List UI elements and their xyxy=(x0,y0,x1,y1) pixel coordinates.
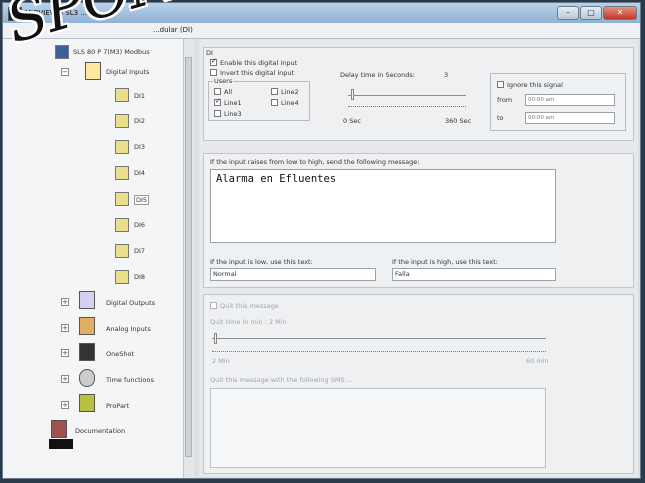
user-line1-label: Line1 xyxy=(224,99,242,107)
device-icon xyxy=(55,45,69,59)
analog-inputs-icon xyxy=(79,317,95,335)
users-label: Users xyxy=(213,77,234,85)
user-line2-checkbox[interactable] xyxy=(271,88,278,95)
input-icon xyxy=(115,192,129,206)
user-line3-label: Line3 xyxy=(224,110,242,118)
panel-header: DI xyxy=(206,49,213,57)
low-text-input[interactable]: Normal xyxy=(210,268,376,281)
tree-input-8[interactable]: DI8 xyxy=(134,273,145,281)
input-icon xyxy=(115,114,129,128)
to-time-input[interactable]: 00:00 am xyxy=(525,112,615,124)
tree-users[interactable]: OneShot xyxy=(106,350,134,358)
delay-value: 3 xyxy=(444,71,449,79)
digital-inputs-icon xyxy=(85,62,101,80)
message-panel: If the input raises from low to high, se… xyxy=(203,153,634,288)
low-to-high-label: If the input raises from low to high, se… xyxy=(210,158,420,166)
tree-root[interactable]: SLS 80 P 7(M3) Modbus xyxy=(73,48,150,56)
input-icon xyxy=(115,140,129,154)
tree-input-6[interactable]: DI6 xyxy=(134,221,145,229)
expand-icon[interactable]: + xyxy=(61,349,69,357)
digital-input-panel: DI Enable this digital input Invert this… xyxy=(203,47,634,141)
tree-analog-inputs[interactable]: Analog Inputs xyxy=(106,325,151,333)
ignore-label: Ignore this signal xyxy=(507,81,563,89)
detail-pane: DI Enable this digital input Invert this… xyxy=(199,39,638,477)
ignore-checkbox[interactable] xyxy=(497,81,504,88)
delay-slider-track[interactable] xyxy=(348,95,466,96)
high-text-label: If the input is high, use this text: xyxy=(392,258,498,266)
quit-sms-textarea[interactable] xyxy=(210,388,546,468)
delay-label: Delay time in Seconds: xyxy=(340,71,415,79)
digital-outputs-icon xyxy=(79,291,95,309)
input-icon xyxy=(115,218,129,232)
collapse-icon[interactable]: − xyxy=(61,68,69,76)
quit-slider-track[interactable] xyxy=(212,338,546,339)
tree-input-1[interactable]: DI1 xyxy=(134,92,145,100)
expand-icon[interactable]: + xyxy=(61,375,69,383)
message-text: Alarma en Efluentes xyxy=(216,173,337,185)
quit-label: Quit this message xyxy=(220,302,279,310)
tree-portal[interactable]: ProPart xyxy=(106,402,129,410)
tree-input-7[interactable]: DI7 xyxy=(134,247,145,255)
device-black-icon xyxy=(49,439,73,449)
input-icon xyxy=(115,244,129,258)
quit-panel: Quit this message Quit time in min : 2 M… xyxy=(203,294,634,474)
from-time-input[interactable]: 00:00 am xyxy=(525,94,615,106)
enable-label: Enable this digital input xyxy=(220,59,298,67)
invert-label: Invert this digital input xyxy=(220,69,295,77)
tree-digital-outputs[interactable]: Digital Outputs xyxy=(106,299,155,307)
minimize-button[interactable]: – xyxy=(557,6,579,20)
to-label: to xyxy=(497,114,504,122)
delay-slider-thumb[interactable] xyxy=(351,89,354,100)
tree-input-4[interactable]: DI4 xyxy=(134,169,145,177)
quit-slider-ticks xyxy=(212,351,546,355)
user-all-checkbox[interactable] xyxy=(214,88,221,95)
device-tree: SLS 80 P 7(M3) Modbus − Digital Inputs D… xyxy=(3,39,194,478)
users-group: Users All Line2 Line1 Line4 Line3 xyxy=(208,77,310,121)
tree-input-2[interactable]: DI2 xyxy=(134,117,145,125)
quit-checkbox[interactable] xyxy=(210,302,217,309)
clock-icon xyxy=(79,369,95,387)
quit-slider-max: 60 min xyxy=(526,357,549,365)
from-label: from xyxy=(497,96,513,104)
enable-checkbox[interactable] xyxy=(210,57,217,66)
user-line2-label: Line2 xyxy=(281,88,299,96)
tree-scrollbar[interactable] xyxy=(183,39,194,478)
quit-slider-thumb[interactable] xyxy=(214,333,217,344)
invert-checkbox[interactable] xyxy=(210,69,217,76)
input-icon xyxy=(115,166,129,180)
quit-time-label: Quit time in min : 2 Min xyxy=(210,318,287,326)
expand-icon[interactable]: + xyxy=(61,401,69,409)
tree-input-3[interactable]: DI3 xyxy=(134,143,145,151)
user-line3-checkbox[interactable] xyxy=(214,110,221,117)
delay-min: 0 Sec xyxy=(343,117,361,125)
user-line1-checkbox[interactable] xyxy=(214,97,221,106)
high-text-input[interactable]: Falla xyxy=(392,268,556,281)
input-icon xyxy=(115,88,129,102)
delay-slider-ticks xyxy=(348,106,466,110)
users-icon xyxy=(79,343,95,361)
quit-sms-label: Quit this message with the following SMS… xyxy=(210,376,353,384)
tree-time-functions[interactable]: Time functions xyxy=(106,376,154,384)
user-line4-label: Line4 xyxy=(281,99,299,107)
tree-digital-inputs[interactable]: Digital Inputs xyxy=(106,68,149,76)
expand-icon[interactable]: + xyxy=(61,324,69,332)
expand-icon[interactable]: + xyxy=(61,298,69,306)
message-textarea[interactable]: Alarma en Efluentes xyxy=(210,169,556,243)
close-button[interactable]: ✕ xyxy=(603,6,637,20)
portal-icon xyxy=(79,394,95,412)
maximize-button[interactable]: □ xyxy=(580,6,602,20)
user-all-label: All xyxy=(224,88,233,96)
user-line4-checkbox[interactable] xyxy=(271,99,278,106)
tree-header-extra: ...dular (DI) xyxy=(153,26,193,34)
tree-scrollbar-thumb[interactable] xyxy=(185,57,192,457)
delay-max: 360 Sec xyxy=(445,117,472,125)
tree-input-5-selected[interactable]: DI5 xyxy=(134,195,150,205)
low-text-label: If the input is low, use this text: xyxy=(210,258,313,266)
ignore-group: Ignore this signal from 00:00 am to 00:0… xyxy=(490,73,626,131)
tree-documentation[interactable]: Documentation xyxy=(75,427,125,435)
input-icon xyxy=(115,270,129,284)
quit-slider-min: 2 Min xyxy=(212,357,230,365)
documentation-icon xyxy=(51,420,67,438)
application-window: MIOVIEW'S SL3 ... – □ ✕ ...dular (DI) SL… xyxy=(0,0,641,479)
